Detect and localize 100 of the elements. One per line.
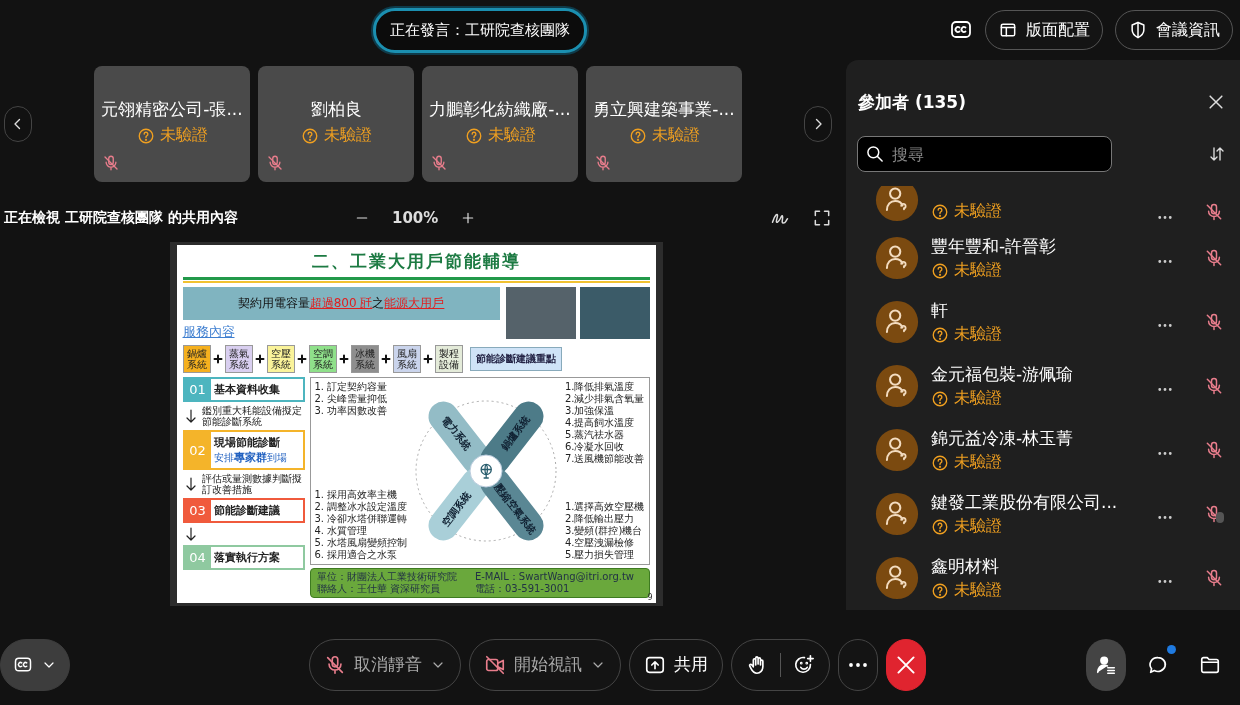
system-label: 蒸氣系統 [224, 345, 253, 373]
list-item: 3. 功率因數改善 [314, 405, 389, 417]
share-button[interactable]: 共用 [628, 638, 723, 691]
step-number: 03 [184, 500, 211, 521]
more-options-icon[interactable] [1158, 323, 1172, 327]
list-item: 4.空壓洩漏檢修 [564, 537, 636, 549]
question-circle-icon [300, 126, 319, 145]
arm-label: 壓縮空氣系統 [492, 481, 539, 536]
sort-button[interactable] [1208, 145, 1226, 163]
plus-icon [211, 353, 224, 365]
verification-status: 未驗證 [954, 516, 1002, 537]
meeting-info-button[interactable]: 會議資訊 [1115, 10, 1233, 50]
system-label: 空調系統 [308, 345, 337, 373]
panel-title: 參加者 (135) [858, 90, 966, 114]
layout-button[interactable]: 版面配置 [985, 10, 1103, 50]
zoom-level: 100% [392, 209, 439, 227]
search-field[interactable]: 搜尋 [857, 136, 1112, 172]
photo-placeholder [579, 287, 650, 339]
avatar-icon [875, 300, 919, 344]
step-number: 02 [184, 432, 211, 468]
photo-placeholder [505, 287, 576, 339]
verification-status: 未驗證 [954, 324, 1002, 345]
unmute-button[interactable]: 取消靜音 [308, 638, 461, 691]
contact-text: 聯絡人：王仕華 資深研究員 [316, 583, 441, 595]
step-label: 基本資料收集 [212, 382, 281, 398]
list-item: 6. 採用適合之水泵 [314, 549, 399, 561]
video-off-icon [483, 653, 506, 676]
more-button[interactable] [837, 638, 878, 691]
list-item: 5.壓力損失管理 [564, 549, 636, 561]
more-options-icon[interactable] [1158, 515, 1172, 519]
plus-icon [337, 353, 350, 365]
participant-name: 鑫明材料 [931, 555, 1000, 578]
question-circle-icon [931, 325, 949, 344]
contact-text: E-MAIL：SwartWang@itri.org.tw [474, 571, 636, 583]
system-label: 鍋爐系統 [182, 345, 211, 373]
question-circle-icon [931, 389, 949, 408]
leave-button[interactable] [885, 638, 926, 691]
verification-status: 未驗證 [954, 580, 1002, 601]
avatar-icon [875, 236, 919, 280]
step-label: 節能診斷建議 [212, 503, 281, 519]
list-item: 2.減少排氣含氧量 [564, 393, 645, 405]
list-item: 1. 採用高效率主機 [314, 489, 399, 501]
layout-icon [998, 20, 1018, 40]
verification-status: 未驗證 [159, 125, 208, 146]
scrollbar-thumb[interactable] [1216, 512, 1224, 523]
sharing-status: 正在檢視 工研院查核團隊 的共用內容 [4, 209, 239, 227]
list-item: 1. 訂定契約容量 [314, 381, 389, 393]
more-options-icon[interactable] [1158, 216, 1172, 219]
list-item: 2.降低輸出壓力 [564, 513, 636, 525]
slide-title: 二、工業大用戶節能輔導 [310, 250, 522, 273]
list-item: 5. 水塔風扇變頻控制 [314, 537, 408, 549]
list-item: 3.變頻(群控)機台 [564, 525, 644, 537]
captions-button[interactable] [0, 638, 70, 691]
step-note: 評估或量測數據判斷擬訂改善措施 [201, 473, 303, 495]
more-options-icon[interactable] [1158, 387, 1172, 391]
person-list-icon [1095, 653, 1117, 676]
more-options-icon[interactable] [1158, 579, 1172, 583]
list-item: 3. 冷卻水塔併聯運轉 [314, 513, 408, 525]
question-circle-icon [931, 517, 949, 536]
arm-label: 空調系統 [439, 489, 474, 528]
previous-button[interactable] [4, 106, 32, 142]
step-label: 落實執行方案 [212, 550, 281, 566]
list-item: 4.提高飼水溫度 [564, 417, 636, 429]
start-video-button[interactable]: 開始視訊 [468, 638, 621, 691]
verification-status: 未驗證 [954, 388, 1002, 409]
list-item: 7.送風機節能改善 [564, 453, 645, 465]
participant-name: 豐年豐和-許晉彰 [931, 235, 1058, 258]
plus-icon [253, 353, 266, 365]
verification-status: 未驗證 [954, 452, 1002, 473]
verification-status: 未驗證 [323, 125, 372, 146]
participant-tile[interactable]: 力鵬彰化紡織廠-... 未驗證 [422, 66, 578, 182]
participant-name: 力鵬彰化紡織廠-... [429, 98, 571, 121]
more-options-icon[interactable] [1158, 451, 1172, 455]
list-item: 2. 調整冰水設定溫度 [314, 501, 408, 513]
slide-banner: 契約用電容量超過800 瓩之能源大用戶 [182, 287, 500, 320]
participant-tile[interactable]: 勇立興建築事業-... 未驗證 [586, 66, 742, 182]
step-subtitle: 安排專家群到場 [213, 450, 288, 465]
system-label: 空壓系統 [266, 345, 295, 373]
participant-name: 錦元益冷凍-林玉菁 [931, 427, 1075, 450]
question-circle-icon [628, 126, 647, 145]
list-item: 1.降低排氣溫度 [564, 381, 636, 393]
question-circle-icon [464, 126, 483, 145]
participants-button[interactable] [1086, 638, 1126, 691]
participant-tile[interactable]: 元翎精密公司-張... 未驗證 [94, 66, 250, 182]
contact-text: 單位：財團法人工業技術研究院 [316, 571, 458, 583]
participant-name: 金元福包裝-游佩瑜 [931, 363, 1075, 386]
question-circle-icon [931, 453, 949, 472]
more-options-icon[interactable] [1158, 259, 1172, 263]
participant-tile[interactable]: 劉柏良 未驗證 [258, 66, 414, 182]
reaction-icon[interactable] [792, 653, 815, 676]
participant-name: 鍵發工業股份有限公司... [931, 491, 1119, 514]
step-number: 04 [184, 547, 211, 568]
avatar-icon [875, 492, 919, 536]
verification-status: 未驗證 [954, 260, 1002, 281]
arm-label: 鍋爐系統 [499, 414, 533, 453]
plus-icon [421, 353, 434, 365]
fullscreen-icon[interactable] [812, 208, 832, 228]
plus-icon [295, 353, 308, 365]
more-icon [847, 662, 868, 667]
next-button[interactable] [804, 106, 832, 142]
